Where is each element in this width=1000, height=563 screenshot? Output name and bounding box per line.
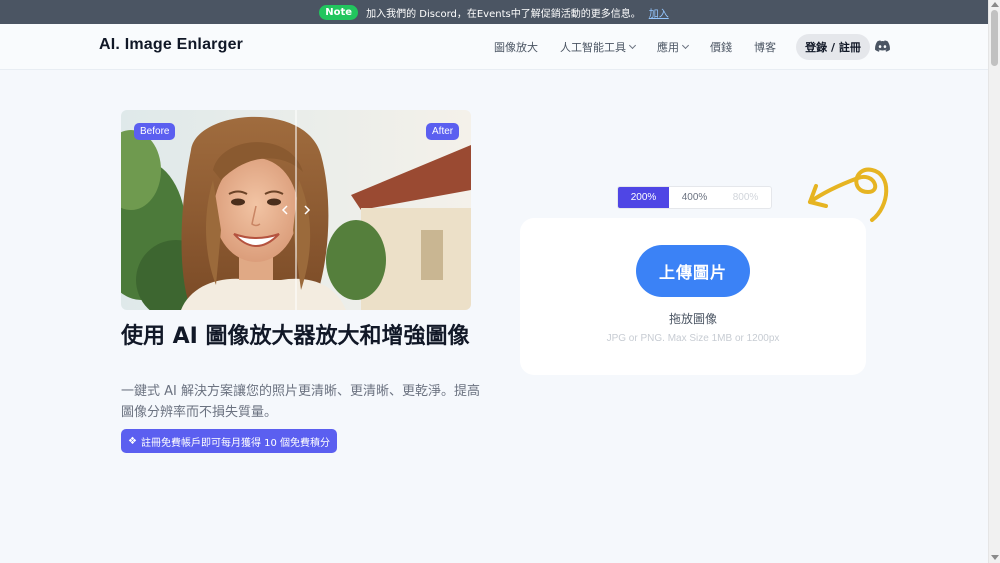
nav-item-label: 應用 <box>657 41 679 54</box>
layers-icon: ❖ <box>128 435 137 447</box>
nav-item-ai-tools[interactable]: 人工智能工具 <box>560 39 637 55</box>
nav-item-label: 價錢 <box>710 41 732 54</box>
scale-option-400[interactable]: 400% <box>669 187 720 208</box>
before-label: Before <box>134 123 176 140</box>
chevron-down-icon <box>681 41 690 50</box>
after-label: After <box>426 123 460 140</box>
nav-item-label: 博客 <box>754 41 776 54</box>
nav-item-label: 圖像放大 <box>494 41 538 54</box>
page-headline: 使用 AI 圖像放大器放大和增強圖像 <box>121 324 470 349</box>
scroll-up-icon[interactable] <box>991 2 999 7</box>
announcement-join-link[interactable]: 加入 <box>649 5 669 20</box>
drag-drop-label: 拖放圖像 <box>668 312 717 326</box>
nav-links: 圖像放大 人工智能工具 應用 價錢 博客 <box>494 39 776 55</box>
page-subtext: 一鍵式 AI 解決方案讓您的照片更清晰、更清晰、更乾淨。提高圖像分辨率而不損失質… <box>121 384 480 420</box>
arrow-doodle-icon <box>808 167 889 222</box>
announcement-bar: Note 加入我們的 Discord，在Events中了解促銷活動的更多信息。 … <box>0 0 988 24</box>
scroll-thumb[interactable] <box>991 10 998 66</box>
scroll-down-icon[interactable] <box>991 555 999 560</box>
portrait-photo <box>121 110 471 310</box>
site-logo[interactable]: AI. Image Enlarger <box>99 36 243 54</box>
file-limit-note: JPG or PNG. Max Size 1MB or 1200px <box>606 333 780 344</box>
nav-item-label: 人工智能工具 <box>560 41 626 54</box>
free-credits-badge[interactable]: ❖ 註冊免費帳戶即可每月獲得 10 個免費積分 <box>121 429 338 453</box>
nav-item-blog[interactable]: 博客 <box>754 39 776 55</box>
before-after-comparison-image[interactable] <box>121 110 471 310</box>
promo-text: 註冊免費帳戶即可每月獲得 10 個免費積分 <box>140 437 331 449</box>
nav-item-pricing[interactable]: 價錢 <box>710 39 732 55</box>
nav-item-apps[interactable]: 應用 <box>657 39 690 55</box>
chevron-down-icon <box>628 41 637 50</box>
scale-option-800[interactable]: 800% <box>720 187 771 208</box>
nav-item-image-upscale[interactable]: 圖像放大 <box>494 39 538 55</box>
discord-icon[interactable] <box>875 40 890 52</box>
page-scrollbar[interactable] <box>988 0 1000 563</box>
upload-image-button[interactable]: 上傳圖片 <box>636 245 750 297</box>
login-register-button[interactable]: 登錄 / 註冊 <box>796 34 870 60</box>
scale-option-200[interactable]: 200% <box>618 187 669 208</box>
note-badge: Note <box>319 4 359 20</box>
top-navigation: AI. Image Enlarger 圖像放大 人工智能工具 應用 價錢 博客 … <box>0 24 988 70</box>
announcement-message: 加入我們的 Discord，在Events中了解促銷活動的更多信息。 <box>366 8 641 20</box>
scale-selector: 200% 400% 800% <box>617 186 772 209</box>
